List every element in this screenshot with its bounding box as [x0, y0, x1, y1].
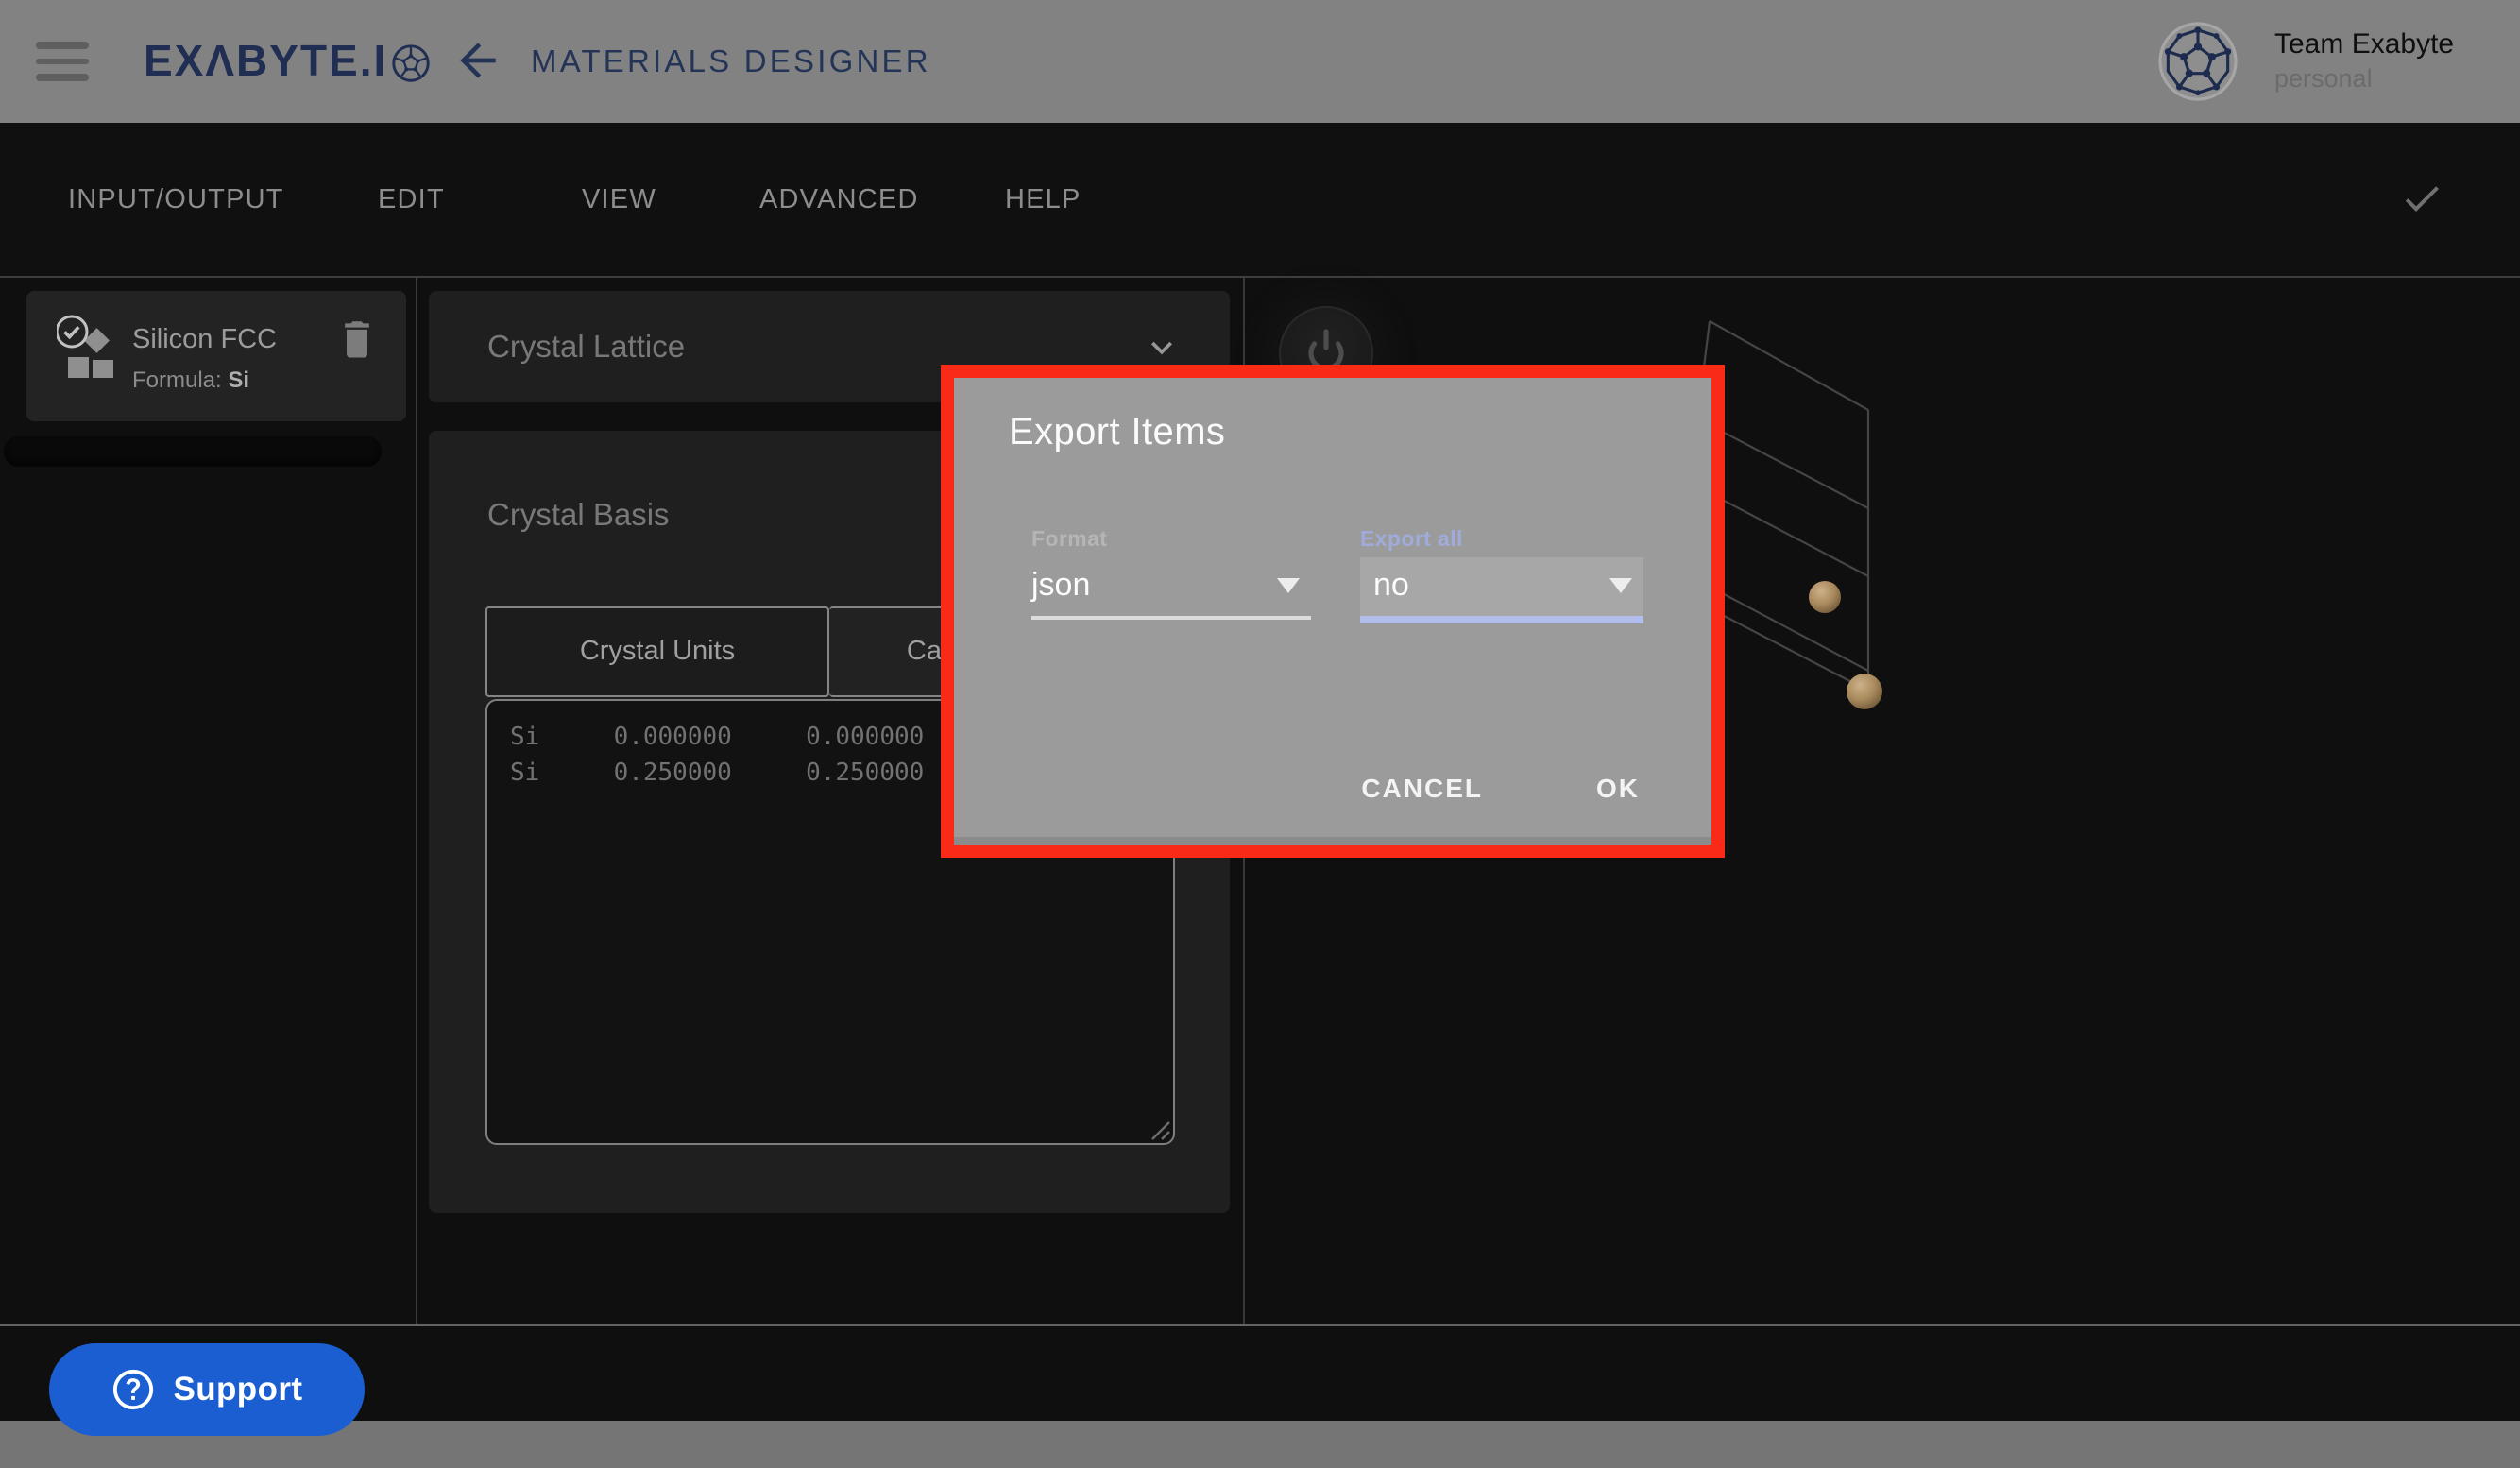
menu-edit[interactable]: EDIT	[378, 123, 445, 276]
dialog-actions: CANCEL OK	[1346, 761, 1655, 814]
atom-sphere[interactable]	[1809, 581, 1841, 613]
export-all-field: Export all no	[1360, 529, 1643, 623]
hamburger-icon	[36, 43, 89, 49]
account-widget[interactable]: Team Exabyte personal	[2157, 0, 2473, 123]
back-arrow-button[interactable]	[450, 34, 506, 91]
dialog-title: Export Items	[1009, 412, 1225, 455]
menu-advanced[interactable]: ADVANCED	[759, 123, 919, 276]
crystal-lattice-title: Crystal Lattice	[487, 331, 685, 367]
menu-input-output[interactable]: INPUT/OUTPUT	[68, 123, 284, 276]
format-label: Format	[1031, 529, 1311, 552]
page-title: MATERIALS DESIGNER	[531, 45, 931, 81]
support-label: Support	[174, 1370, 303, 1409]
material-set-check-icon	[57, 312, 117, 387]
collapse-lattice-button[interactable]	[1141, 327, 1183, 368]
export-all-value: no	[1373, 567, 1409, 605]
footer-divider	[0, 1324, 2520, 1326]
app-header: EXΛBYTE.I MATERIALS DESIGNER	[0, 0, 2520, 123]
dropdown-arrow-icon	[1277, 578, 1300, 593]
ok-button[interactable]: OK	[1581, 761, 1655, 814]
support-button[interactable]: Support	[49, 1343, 365, 1436]
export-items-dialog: Export Items Format json Export all no C…	[941, 365, 1725, 858]
logo-soccer-ball-icon	[391, 43, 431, 83]
material-formula-value: Si	[228, 367, 249, 393]
delete-material-button[interactable]	[334, 314, 380, 367]
export-all-select[interactable]: no	[1360, 557, 1643, 616]
cancel-button[interactable]: CANCEL	[1346, 761, 1498, 814]
team-avatar	[2157, 21, 2239, 102]
material-list-item[interactable]: Silicon FCC Formula: Si	[26, 291, 406, 421]
sidebar-scroll-pill[interactable]	[4, 436, 382, 467]
menu-bar: INPUT/OUTPUT EDIT VIEW ADVANCED HELP	[0, 123, 2520, 276]
saved-check-icon	[2399, 176, 2444, 221]
menu-help[interactable]: HELP	[1005, 123, 1081, 276]
exabyte-logo[interactable]: EXΛBYTE.I	[144, 0, 431, 123]
menu-view[interactable]: VIEW	[582, 123, 656, 276]
arrow-back-icon	[451, 34, 504, 87]
chevron-down-icon	[1141, 327, 1183, 368]
material-title: Silicon FCC	[132, 325, 277, 355]
tab-crystal-units[interactable]: Crystal Units	[485, 606, 829, 697]
crystal-basis-title: Crystal Basis	[487, 499, 670, 535]
materials-designer-app: EXΛBYTE.I MATERIALS DESIGNER	[0, 0, 2520, 1468]
format-select[interactable]: json	[1031, 557, 1311, 616]
logo-text: EXΛBYTE.I	[144, 36, 387, 87]
hamburger-menu-button[interactable]	[36, 42, 89, 81]
bottom-scrollbar-track[interactable]	[0, 1421, 2520, 1468]
sidebar-divider	[416, 278, 417, 1324]
format-underline	[1031, 616, 1311, 619]
team-name: Team Exabyte	[2274, 26, 2473, 62]
trash-icon	[336, 314, 378, 363]
help-question-icon	[111, 1368, 155, 1411]
export-all-label: Export all	[1360, 529, 1643, 552]
atom-sphere[interactable]	[1847, 674, 1882, 709]
dropdown-arrow-icon	[1609, 578, 1632, 593]
format-value: json	[1031, 567, 1090, 605]
format-field: Format json	[1031, 529, 1311, 619]
material-formula: Formula: Si	[132, 367, 249, 393]
menu-divider	[0, 276, 2520, 278]
export-all-underline	[1360, 616, 1643, 623]
textarea-resize-handle[interactable]	[1149, 1118, 1171, 1141]
team-plan: personal	[2274, 62, 2473, 96]
